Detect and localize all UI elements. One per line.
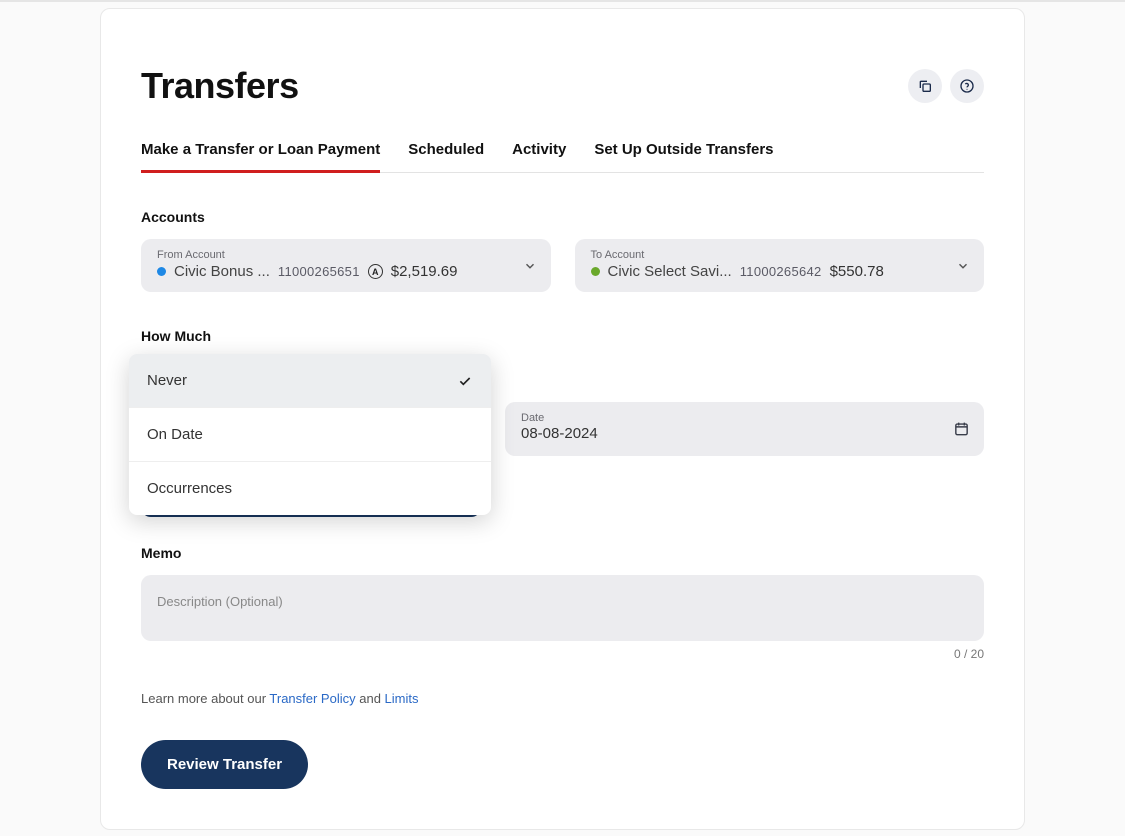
to-account-balance: $550.78	[830, 263, 884, 280]
date-input[interactable]: Date 08-08-2024	[505, 402, 984, 456]
date-label: Date	[521, 412, 968, 424]
to-account-label: To Account	[591, 249, 969, 261]
memo-label: Memo	[141, 545, 984, 561]
dropdown-option-label: Never	[147, 372, 187, 389]
help-icon	[959, 78, 975, 94]
to-account-dot	[591, 267, 600, 276]
series-ends-dropdown: Never On Date Occurrences	[129, 354, 491, 515]
date-value: 08-08-2024	[521, 425, 968, 442]
how-much-label: How Much	[141, 328, 984, 344]
dropdown-option-never[interactable]: Never	[129, 354, 491, 408]
tab-make-transfer[interactable]: Make a Transfer or Loan Payment	[141, 131, 380, 173]
account-type-badge: A	[368, 264, 383, 279]
tab-activity[interactable]: Activity	[512, 131, 566, 173]
copy-icon	[917, 78, 933, 94]
policy-mid: and	[356, 691, 385, 706]
calendar-icon	[953, 421, 970, 438]
tab-outside-transfers[interactable]: Set Up Outside Transfers	[594, 131, 773, 173]
review-transfer-button[interactable]: Review Transfer	[141, 740, 308, 789]
chevron-down-icon	[523, 259, 537, 273]
memo-input[interactable]: Description (Optional)	[141, 575, 984, 641]
accounts-label: Accounts	[141, 209, 984, 225]
dropdown-option-occurrences[interactable]: Occurrences	[129, 462, 491, 515]
to-account-select[interactable]: To Account Civic Select Savi... 11000265…	[575, 239, 985, 292]
to-account-number: 11000265642	[740, 264, 822, 279]
chevron-down-icon	[956, 259, 970, 273]
policy-pre: Learn more about our	[141, 691, 269, 706]
from-account-dot	[157, 267, 166, 276]
transfer-policy-link[interactable]: Transfer Policy	[269, 691, 355, 706]
tab-scheduled[interactable]: Scheduled	[408, 131, 484, 173]
dropdown-option-label: Occurrences	[147, 480, 232, 497]
from-account-label: From Account	[157, 249, 535, 261]
memo-char-count: 0 / 20	[141, 647, 984, 661]
limits-link[interactable]: Limits	[385, 691, 419, 706]
from-account-name: Civic Bonus ...	[174, 263, 270, 280]
memo-placeholder: Description (Optional)	[157, 594, 283, 609]
check-icon	[457, 373, 473, 389]
to-account-name: Civic Select Savi...	[608, 263, 732, 280]
from-account-number: 11000265651	[278, 264, 360, 279]
amount-area: Never On Date Occurrences	[141, 358, 984, 376]
from-account-balance: $2,519.69	[391, 263, 458, 280]
dropdown-option-label: On Date	[147, 426, 203, 443]
tabs-bar: Make a Transfer or Loan Payment Schedule…	[141, 131, 984, 173]
copy-icon-button[interactable]	[908, 69, 942, 103]
page-title: Transfers	[141, 65, 984, 107]
dropdown-option-on-date[interactable]: On Date	[129, 408, 491, 462]
help-icon-button[interactable]	[950, 69, 984, 103]
policy-line: Learn more about our Transfer Policy and…	[141, 691, 984, 706]
transfers-panel: Transfers Make a Transfer or Loan Paymen…	[100, 8, 1025, 830]
from-account-select[interactable]: From Account Civic Bonus ... 11000265651…	[141, 239, 551, 292]
